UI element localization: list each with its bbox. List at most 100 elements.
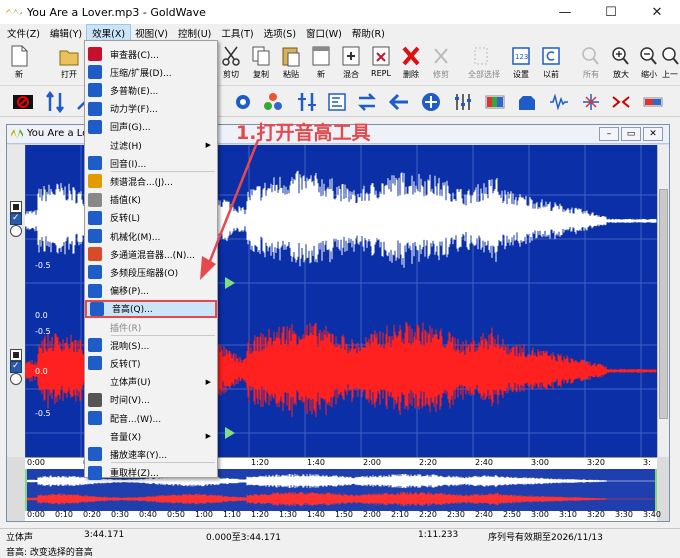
effects-menu-item[interactable]: 配音...(W)... [85, 409, 217, 427]
close-button[interactable]: ✕ [634, 0, 680, 24]
effects-menu-item[interactable]: 播放速率(Y)... [85, 445, 217, 463]
paste-button[interactable]: 粘贴 [278, 44, 304, 80]
left-channel-radio[interactable] [10, 225, 22, 237]
effects-menu-item[interactable]: 重取样(Z)... [85, 464, 217, 482]
document-wave-icon [11, 129, 23, 139]
effect-icon [88, 101, 102, 116]
minimize-button[interactable]: — [542, 0, 588, 24]
submenu-arrow-icon: ▶ [205, 377, 211, 386]
left-channel-enable-checkbox[interactable] [10, 213, 22, 225]
time-tick-label: 3:20 [587, 458, 605, 467]
menu-help[interactable]: 帮助(R) [347, 25, 390, 41]
effects-menu-item[interactable]: 多普勒(E)... [85, 81, 217, 99]
right-channel-enable-checkbox[interactable] [10, 361, 22, 373]
effects-menu-item[interactable]: 回声(G)... [85, 118, 217, 136]
reverse-icon[interactable] [388, 91, 410, 113]
effects-menu-item[interactable]: 反转(T) [85, 354, 217, 372]
zoom-out-icon [640, 47, 657, 65]
menu-file[interactable]: 文件(Z) [2, 25, 45, 41]
menu-edit[interactable]: 编辑(Y) [45, 25, 87, 41]
doc-restore-button[interactable]: ▭ [621, 127, 641, 141]
trim-button[interactable]: 修剪 [428, 44, 454, 80]
right-channel-solo-toggle[interactable] [10, 349, 22, 361]
overview-tick-label: 1:10 [223, 510, 241, 519]
cut-button[interactable]: 剪切 [218, 44, 244, 80]
maximize-button[interactable]: ☐ [588, 0, 634, 24]
menu-tools[interactable]: 工具(T) [216, 25, 258, 41]
up-button[interactable]: 上一 [660, 44, 680, 80]
effects-menu-item[interactable]: 立体声(U) ▶ [85, 373, 217, 391]
replace-icon [372, 46, 390, 66]
doc-close-button[interactable]: ✕ [643, 127, 663, 141]
compressor-icon[interactable] [44, 91, 66, 113]
overview-tick-label: 3:10 [559, 510, 577, 519]
stereo-channel-icon[interactable] [610, 91, 632, 113]
overview-tick-label: 2:00 [363, 510, 381, 519]
effects-menu-item-label: 时间(V)... [110, 396, 150, 407]
menu-window[interactable]: 窗口(W) [301, 25, 347, 41]
effects-menu-item-label: 配音...(W)... [110, 414, 162, 425]
effects-menu-item[interactable]: 审查器(C)... [85, 45, 217, 63]
overview-tick-label: 3:20 [587, 510, 605, 519]
window-title: You Are a Lover.mp3 - GoldWave [27, 5, 206, 19]
y-axis-label: -0.5 [35, 261, 51, 270]
effect-icon [88, 174, 102, 189]
effects-menu-item[interactable]: 混响(S)... [85, 336, 217, 354]
noise-reduction-icon[interactable] [548, 91, 570, 113]
menu-effects[interactable]: 效果(X) [86, 24, 132, 42]
spectrum-icon[interactable] [484, 91, 506, 113]
mix-icon [342, 46, 360, 66]
svg-text:123: 123 [515, 53, 528, 61]
channel-controls [7, 145, 25, 457]
select-all-button[interactable]: 全部选择 [468, 44, 500, 80]
effects-menu-item[interactable]: 插件(R) [85, 318, 217, 336]
title-bar: You Are a Lover.mp3 - GoldWave — ☐ ✕ [0, 0, 680, 24]
reverb-icon[interactable] [420, 91, 442, 113]
effects-menu-item[interactable]: 动力学(F)... [85, 100, 217, 118]
pitch-icon[interactable] [356, 91, 378, 113]
effects-menu-item-label: 音高(Q)... [112, 305, 153, 316]
vertical-scrollbar[interactable] [657, 145, 669, 457]
copy-button[interactable]: 复制 [248, 44, 274, 80]
previous-button[interactable]: 以前 [538, 44, 564, 80]
new2-button[interactable]: 新 [308, 44, 334, 80]
multichannel-mixer-icon[interactable] [262, 91, 284, 113]
y-axis-label: -0.5 [35, 409, 51, 418]
equalizer-icon[interactable] [452, 91, 474, 113]
scroll-thumb[interactable] [659, 189, 668, 419]
status-description: 音高: 改变选择的音高 [6, 548, 93, 558]
effects-menu-item[interactable]: 音量(X) ▶ [85, 427, 217, 445]
zoom-all-icon [582, 47, 599, 65]
overview-tick-label: 1:20 [251, 510, 269, 519]
zoom-in-button[interactable]: 放大 [608, 44, 634, 80]
volume-shape-icon[interactable] [516, 91, 538, 113]
effect-icon [88, 375, 102, 389]
offset-icon[interactable] [326, 91, 348, 113]
left-channel-solo-toggle[interactable] [10, 201, 22, 213]
right-channel-radio[interactable] [10, 373, 22, 385]
channel-swap-icon[interactable] [580, 91, 602, 113]
effects-menu-item-label: 插件(R) [110, 323, 142, 334]
zoom-all-button[interactable]: 所有 [578, 44, 604, 80]
menu-view[interactable]: 视图(V) [130, 25, 173, 41]
menu-control[interactable]: 控制(U) [173, 25, 216, 41]
zoom-out-button[interactable]: 缩小 [636, 44, 662, 80]
doc-minimize-button[interactable]: – [599, 127, 619, 141]
multiband-compressor-icon[interactable] [296, 91, 318, 113]
pan-icon[interactable] [642, 91, 664, 113]
new-button[interactable]: 新 [6, 44, 32, 80]
replace-button[interactable]: REPL [368, 44, 394, 78]
mix-button[interactable]: 混合 [338, 44, 364, 80]
document-window-controls: – ▭ ✕ [599, 127, 663, 141]
mechanize-icon[interactable] [232, 91, 254, 113]
settings-button[interactable]: 123 设置 [508, 44, 534, 80]
delete-button[interactable]: 删除 [398, 44, 424, 80]
effects-menu-item[interactable]: 音高(Q)... [85, 299, 217, 318]
effects-menu-item[interactable]: 时间(V)... [85, 391, 217, 409]
time-tick-label: 1:40 [307, 458, 325, 467]
menu-options[interactable]: 选项(S) [259, 25, 301, 41]
zoom-in-icon [612, 47, 629, 65]
open-button[interactable]: 打开 [56, 44, 82, 80]
effects-menu-item[interactable]: 压缩/扩展(D)... [85, 63, 217, 81]
censor-icon[interactable] [12, 91, 34, 113]
